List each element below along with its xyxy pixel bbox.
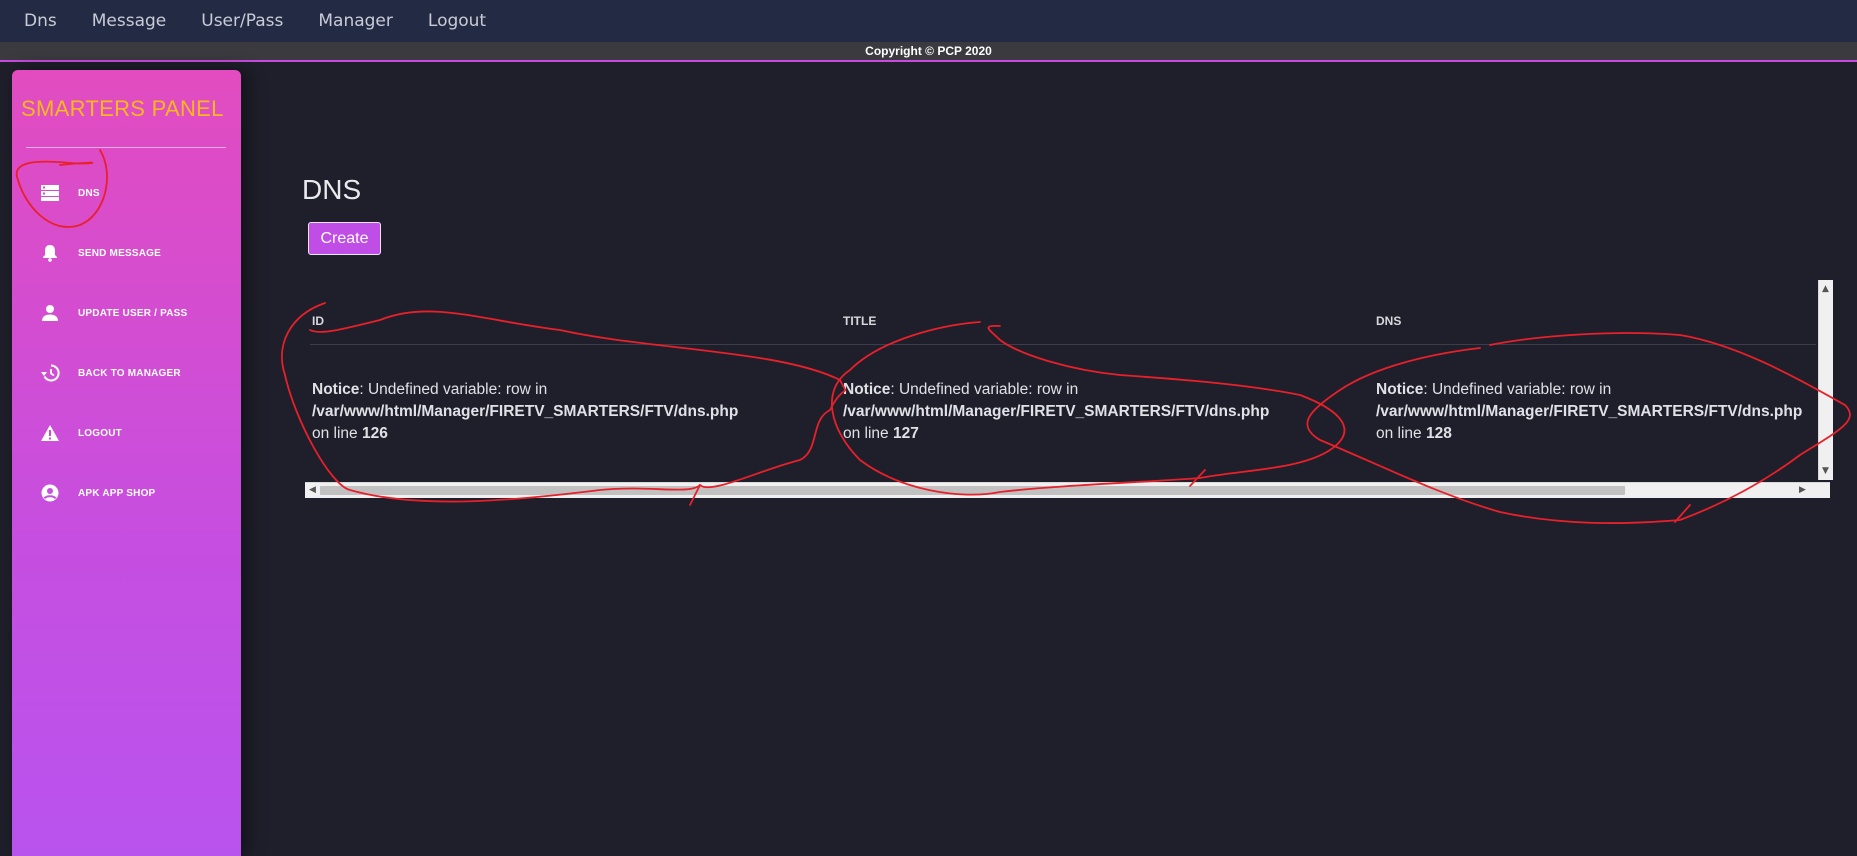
notice-line-number: 127 <box>892 425 919 442</box>
notice-path: /var/www/html/Manager/FIRETV_SMARTERS/FT… <box>843 403 1270 420</box>
vertical-scrollbar[interactable]: ▲ ▼ <box>1818 280 1833 480</box>
notice-label: Notice <box>843 381 891 398</box>
notice-message: : Undefined variable: row in <box>890 381 1079 398</box>
notice-line-prefix: on line <box>312 425 362 442</box>
notice-message: : Undefined variable: row in <box>359 381 548 398</box>
notice-path: /var/www/html/Manager/FIRETV_SMARTERS/FT… <box>1376 403 1803 420</box>
top-nav: Dns Message User/Pass Manager Logout <box>0 0 1857 42</box>
sidebar-item-send-message[interactable]: SEND MESSAGE <box>12 233 241 273</box>
notice-message: : Undefined variable: row in <box>1423 381 1612 398</box>
notice-label: Notice <box>312 381 360 398</box>
sidebar-item-label: LOGOUT <box>78 427 122 439</box>
table-cell-dns: Notice: Undefined variable: row in /var/… <box>1376 379 1816 445</box>
table-cell-id: Notice: Undefined variable: row in /var/… <box>312 379 832 445</box>
annotation-tail-3 <box>1674 504 1691 523</box>
sidebar-item-label: UPDATE USER / PASS <box>78 307 188 319</box>
sidebar-item-dns[interactable]: DNS <box>12 173 241 213</box>
notice-line-prefix: on line <box>1376 425 1426 442</box>
nav-message[interactable]: Message <box>92 11 167 31</box>
nav-dns[interactable]: Dns <box>24 11 57 31</box>
sidebar-item-back-to-manager[interactable]: BACK TO MANAGER <box>12 353 241 393</box>
dns-table: ID TITLE DNS Notice: Undefined variable:… <box>305 280 1833 498</box>
notice-line-prefix: on line <box>843 425 893 442</box>
account-circle-icon <box>39 482 61 504</box>
sidebar-item-update-user-pass[interactable]: UPDATE USER / PASS <box>12 293 241 333</box>
horizontal-scrollbar[interactable]: ◀ ▶ <box>305 482 1830 498</box>
brand-title[interactable]: SMARTERS PANEL <box>21 96 224 122</box>
create-button[interactable]: Create <box>308 222 381 255</box>
dns-server-icon <box>39 182 61 204</box>
notice-line-number: 126 <box>361 425 388 442</box>
header-divider <box>310 344 1816 345</box>
brand-divider <box>26 147 226 148</box>
page-title: DNS <box>302 174 362 205</box>
horizontal-scroll-thumb[interactable] <box>320 486 1625 495</box>
sidebar-item-logout[interactable]: LOGOUT <box>12 413 241 453</box>
column-header-dns[interactable]: DNS <box>1376 314 1401 328</box>
scroll-down-arrow-icon[interactable]: ▼ <box>1822 466 1829 476</box>
copyright-bar: Copyright © PCP 2020 <box>0 42 1857 62</box>
scroll-right-arrow-icon[interactable]: ▶ <box>1799 485 1806 495</box>
sidebar-item-label: DNS <box>78 187 100 199</box>
person-icon <box>39 302 61 324</box>
notice-label: Notice <box>1376 381 1424 398</box>
nav-manager[interactable]: Manager <box>318 11 393 31</box>
scroll-up-arrow-icon[interactable]: ▲ <box>1822 284 1829 294</box>
sidebar-item-label: SEND MESSAGE <box>78 247 161 259</box>
sidebar-item-label: BACK TO MANAGER <box>78 367 181 379</box>
notice-line-number: 128 <box>1425 425 1452 442</box>
nav-logout[interactable]: Logout <box>428 11 486 31</box>
sidebar-item-apk-app-shop[interactable]: APK APP SHOP <box>12 473 241 513</box>
notice-path: /var/www/html/Manager/FIRETV_SMARTERS/FT… <box>312 403 739 420</box>
table-cell-title: Notice: Undefined variable: row in /var/… <box>843 379 1363 445</box>
scroll-left-arrow-icon[interactable]: ◀ <box>309 485 316 495</box>
column-header-id[interactable]: ID <box>312 314 324 328</box>
column-header-title[interactable]: TITLE <box>843 314 876 328</box>
history-icon <box>39 362 61 384</box>
sidebar: SMARTERS PANEL DNS SEND MESSAGE UPDATE U… <box>12 70 241 856</box>
sidebar-item-label: APK APP SHOP <box>78 487 156 499</box>
bell-icon <box>39 242 61 264</box>
warning-icon <box>39 422 61 444</box>
nav-user-pass[interactable]: User/Pass <box>201 11 283 31</box>
